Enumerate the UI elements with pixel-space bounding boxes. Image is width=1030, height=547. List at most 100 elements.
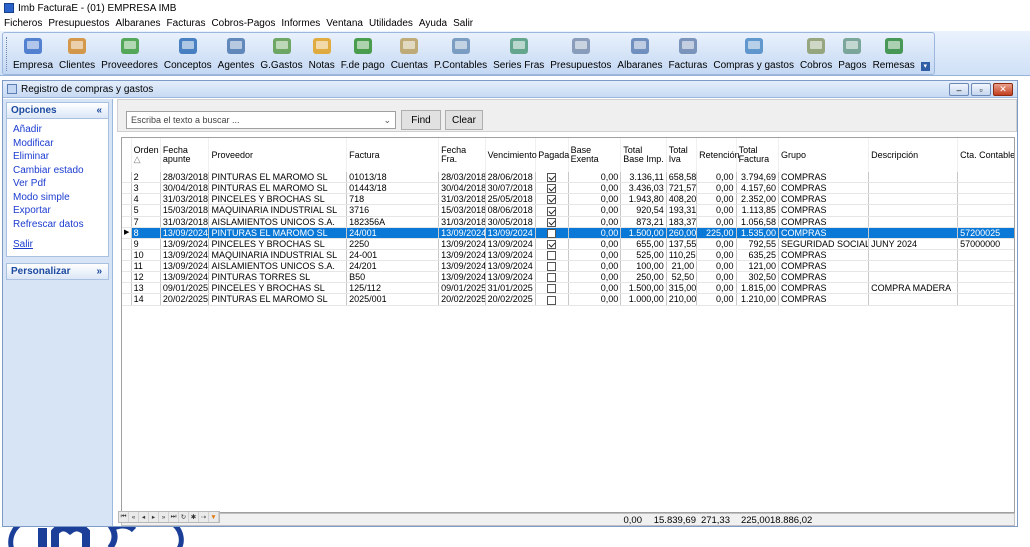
sidebar-item-refrescar-datos[interactable]: Refrescar datos <box>13 218 108 232</box>
expand-icon[interactable]: » <box>96 266 102 277</box>
column-header-total-factura[interactable]: Total Factura <box>736 138 780 172</box>
column-header-cta-contable[interactable]: Cta. Contable <box>957 138 1014 172</box>
column-header-total-base-imp-[interactable]: Total Base Imp. <box>620 138 667 172</box>
find-button[interactable]: Find <box>401 110 441 130</box>
column-header-orden[interactable]: Orden △ <box>131 138 161 172</box>
sidebar-item-eliminar[interactable]: Eliminar <box>13 150 108 164</box>
minimize-button[interactable]: – <box>949 83 969 96</box>
sidebar-item-salir[interactable]: Salir <box>13 238 108 252</box>
paid-checkbox[interactable] <box>547 206 557 215</box>
sidebar-item-modo-simple[interactable]: Modo simple <box>13 191 108 205</box>
toolbar-grip[interactable] <box>6 37 9 71</box>
personalizar-panel-header[interactable]: Personalizar » <box>6 262 109 280</box>
table-row[interactable]: 11 13/09/2024 AISLAMIENTOS UNICOS S.A. 24/2… <box>122 260 1014 273</box>
menu-ayuda[interactable]: Ayuda <box>419 18 447 29</box>
prev-page-icon[interactable]: « <box>129 512 139 522</box>
menu-presupuestos[interactable]: Presupuestos <box>48 18 109 29</box>
table-row[interactable]: 10 13/09/2024 MAQUINARIA INDUSTRIAL SL 24-0… <box>122 249 1014 262</box>
toolbar-notas-button[interactable]: Notas <box>309 36 335 71</box>
toolbar-conceptos-button[interactable]: Conceptos <box>164 36 212 71</box>
toolbar-empresa-button[interactable]: Empresa <box>13 36 53 71</box>
paid-checkbox[interactable] <box>547 239 557 249</box>
clear-button[interactable]: Clear <box>445 110 483 130</box>
toolbar-agentes-button[interactable]: Agentes <box>218 36 254 71</box>
paid-checkbox[interactable] <box>547 217 557 227</box>
toolbar-g-gastos-button[interactable]: G.Gastos <box>260 36 303 71</box>
bookmark-icon[interactable]: ✱ <box>189 512 199 522</box>
toolbar-clientes-button[interactable]: Clientes <box>59 36 95 71</box>
cell-iva: 21,00 <box>666 260 698 273</box>
column-header-retenci-n[interactable]: Retención <box>696 138 740 172</box>
menu-albaranes[interactable]: Albaranes <box>116 18 161 29</box>
next-page-icon[interactable]: » <box>159 512 169 522</box>
maximize-button[interactable]: ▫ <box>971 83 991 96</box>
toolbar-series-fras-button[interactable]: Series Fras <box>493 36 544 71</box>
toolbar-albaranes-button[interactable]: Albaranes <box>617 36 662 71</box>
paid-checkbox[interactable] <box>547 184 557 193</box>
table-row[interactable]: 2 28/03/2018 PINTURAS EL MAROMO SL 01013/18… <box>122 172 1014 184</box>
table-row[interactable]: 14 20/02/2025 PINTURAS EL MAROMO SL 2025/00… <box>122 293 1014 306</box>
first-icon[interactable]: ⏮ <box>119 512 129 522</box>
menu-cobros-pagos[interactable]: Cobros-Pagos <box>211 18 275 29</box>
toolbar-pagos-button[interactable]: Pagos <box>838 36 867 71</box>
table-row[interactable]: 4 31/03/2018 PINCELES Y BROCHAS SL 718 31/03… <box>122 193 1014 206</box>
paid-checkbox[interactable] <box>547 173 557 182</box>
menu-informes[interactable]: Informes <box>281 18 320 29</box>
menu-ventana[interactable]: Ventana <box>326 18 363 29</box>
collapse-icon[interactable]: « <box>96 105 102 116</box>
column-header-descripci-n[interactable]: Descripción <box>868 138 959 172</box>
refresh-icon[interactable]: ↻ <box>179 512 189 522</box>
column-header-pagada[interactable]: Pagada <box>535 138 569 172</box>
column-header-total-iva[interactable]: Total Iva <box>666 138 698 172</box>
chevron-down-icon[interactable]: ⌄ <box>383 115 391 126</box>
table-row[interactable]: 13 09/01/2025 PINCELES Y BROCHAS SL 125/112… <box>122 282 1014 295</box>
menu-ficheros[interactable]: Ficheros <box>4 18 42 29</box>
table-row[interactable]: 12 13/09/2024 PINTURAS TORRES SL B50 13/09/2… <box>122 271 1014 284</box>
sidebar-item-exportar[interactable]: Exportar <box>13 204 108 218</box>
opciones-panel-header[interactable]: Opciones « <box>6 102 109 119</box>
close-button[interactable]: ✕ <box>993 83 1013 96</box>
goto-bookmark-icon[interactable]: ⇢ <box>199 512 209 522</box>
toolbar-p-contables-button[interactable]: P.Contables <box>434 36 487 71</box>
column-header-factura[interactable]: Factura <box>346 138 440 172</box>
filter-icon[interactable]: ▼ <box>209 512 219 522</box>
paid-checkbox[interactable] <box>547 295 557 304</box>
toolbar-facturas-button[interactable]: Facturas <box>668 36 707 71</box>
column-header-grupo[interactable]: Grupo <box>778 138 870 172</box>
column-header-vencimiento[interactable]: Vencimiento <box>485 138 537 172</box>
column-header-fecha-apunte[interactable]: Fecha apunte <box>160 138 210 172</box>
table-row[interactable]: 7 31/03/2018 AISLAMIENTOS UNICOS S.A. 18235… <box>122 216 1014 228</box>
toolbar-proveedores-button[interactable]: Proveedores <box>101 36 158 71</box>
toolbar-cuentas-button[interactable]: Cuentas <box>391 36 428 71</box>
menu-utilidades[interactable]: Utilidades <box>369 18 413 29</box>
paid-checkbox[interactable] <box>547 195 557 204</box>
column-header-base-exenta[interactable]: Base Exenta <box>568 138 622 172</box>
table-row[interactable]: 9 13/09/2024 PINCELES Y BROCHAS SL 2250 13/0… <box>122 238 1014 250</box>
sidebar-item-a-adir[interactable]: Añadir <box>13 123 108 137</box>
paid-checkbox[interactable] <box>547 273 557 282</box>
menu-facturas[interactable]: Facturas <box>167 18 206 29</box>
toolbar-cobros-button[interactable]: Cobros <box>800 36 832 71</box>
column-header-proveedor[interactable]: Proveedor <box>208 138 348 172</box>
table-row[interactable]: 5 15/03/2018 MAQUINARIA INDUSTRIAL SL 3716 1… <box>122 204 1014 217</box>
last-icon[interactable]: ⏭ <box>169 512 179 522</box>
paid-checkbox[interactable] <box>547 251 557 260</box>
sidebar-item-ver-pdf[interactable]: Ver Pdf <box>13 177 108 191</box>
toolbar-presupuestos-button[interactable]: Presupuestos <box>550 36 611 71</box>
sidebar-item-modificar[interactable]: Modificar <box>13 137 108 151</box>
paid-checkbox[interactable] <box>547 284 557 293</box>
toolbar-remesas-button[interactable]: Remesas <box>873 36 915 71</box>
prev-icon[interactable]: ◂ <box>139 512 149 522</box>
column-header-fecha-fra-[interactable]: Fecha Fra. <box>438 138 486 172</box>
toolbar-overflow-icon[interactable]: ▾ <box>920 62 930 71</box>
search-input[interactable]: Escriba el texto a buscar ... ⌄ <box>126 111 396 129</box>
paid-checkbox[interactable] <box>547 262 557 271</box>
table-row[interactable]: 3 30/04/2018 PINTURAS EL MAROMO SL 01443/18… <box>122 182 1014 195</box>
menu-salir[interactable]: Salir <box>453 18 473 29</box>
toolbar-f-de-pago-button[interactable]: F.de pago <box>341 36 385 71</box>
sidebar-item-cambiar-estado[interactable]: Cambiar estado <box>13 164 108 178</box>
next-icon[interactable]: ▸ <box>149 512 159 522</box>
paid-checkbox[interactable] <box>547 228 557 238</box>
table-row[interactable]: ▶ 8 13/09/2024 PINTURAS EL MAROMO SL 24/001 1… <box>122 227 1014 239</box>
toolbar-compras-y-gastos-button[interactable]: Compras y gastos <box>713 36 794 71</box>
